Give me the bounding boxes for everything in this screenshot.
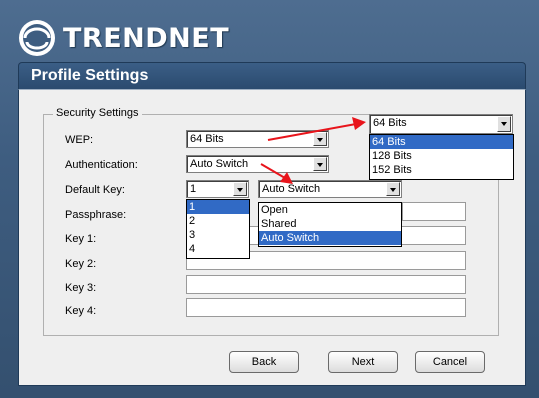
key3-input[interactable]: [186, 275, 466, 294]
authentication-label: Authentication:: [65, 159, 138, 171]
auth-option[interactable]: Shared: [259, 217, 401, 231]
default-key-select[interactable]: 1: [186, 180, 249, 198]
wep-dropdown: 64 Bits 128 Bits 152 Bits: [369, 134, 514, 180]
default-key-option[interactable]: 1: [187, 200, 249, 214]
chevron-down-icon[interactable]: [233, 182, 247, 196]
group-legend: Security Settings: [53, 107, 142, 119]
wep-option[interactable]: 64 Bits: [370, 135, 513, 149]
default-key-option[interactable]: 4: [187, 242, 249, 256]
profile-settings-header: Profile Settings: [18, 62, 526, 90]
auth-option[interactable]: Auto Switch: [259, 231, 401, 245]
trendnet-logo-icon: [19, 20, 55, 56]
authentication-select[interactable]: Auto Switch: [186, 155, 329, 173]
key4-label: Key 4:: [65, 305, 97, 317]
default-key-select-value: 1: [190, 183, 197, 195]
authentication-select-value: Auto Switch: [190, 158, 249, 170]
next-button[interactable]: Next: [328, 351, 398, 373]
wep-popup-value: 64 Bits: [373, 117, 407, 129]
trendnet-logo: TRENDNET: [17, 18, 229, 58]
default-key-option[interactable]: 2: [187, 214, 249, 228]
default-key-label: Default Key:: [65, 184, 125, 196]
window-frame: TRENDNET Profile Settings Security Setti…: [0, 0, 539, 398]
chevron-down-icon[interactable]: [313, 157, 327, 171]
wep-popup-select[interactable]: 64 Bits: [369, 114, 513, 134]
auth-type-select[interactable]: Auto Switch: [258, 180, 402, 198]
key1-label: Key 1:: [65, 233, 97, 245]
chevron-down-icon[interactable]: [497, 116, 511, 132]
chevron-down-icon[interactable]: [313, 132, 327, 146]
cancel-button[interactable]: Cancel: [415, 351, 485, 373]
passphrase-input[interactable]: [402, 202, 466, 221]
default-key-dropdown: 1 2 3 4: [186, 199, 250, 259]
auth-option[interactable]: Open: [259, 203, 401, 217]
brand-name: TRENDNET: [63, 22, 230, 54]
passphrase-label: Passphrase:: [65, 209, 127, 221]
wep-select-value: 64 Bits: [190, 133, 224, 145]
page-title: Profile Settings: [31, 67, 149, 84]
auth-type-select-value: Auto Switch: [262, 183, 321, 195]
key4-input[interactable]: [186, 298, 466, 317]
chevron-down-icon[interactable]: [386, 182, 400, 196]
key2-label: Key 2:: [65, 258, 97, 270]
key3-label: Key 3:: [65, 282, 97, 294]
back-button[interactable]: Back: [229, 351, 299, 373]
authentication-dropdown: Open Shared Auto Switch: [258, 202, 402, 247]
wep-label: WEP:: [65, 134, 94, 146]
wep-option[interactable]: 128 Bits: [370, 149, 513, 163]
default-key-option[interactable]: 3: [187, 228, 249, 242]
wep-option[interactable]: 152 Bits: [370, 163, 513, 177]
wep-select[interactable]: 64 Bits: [186, 130, 329, 148]
